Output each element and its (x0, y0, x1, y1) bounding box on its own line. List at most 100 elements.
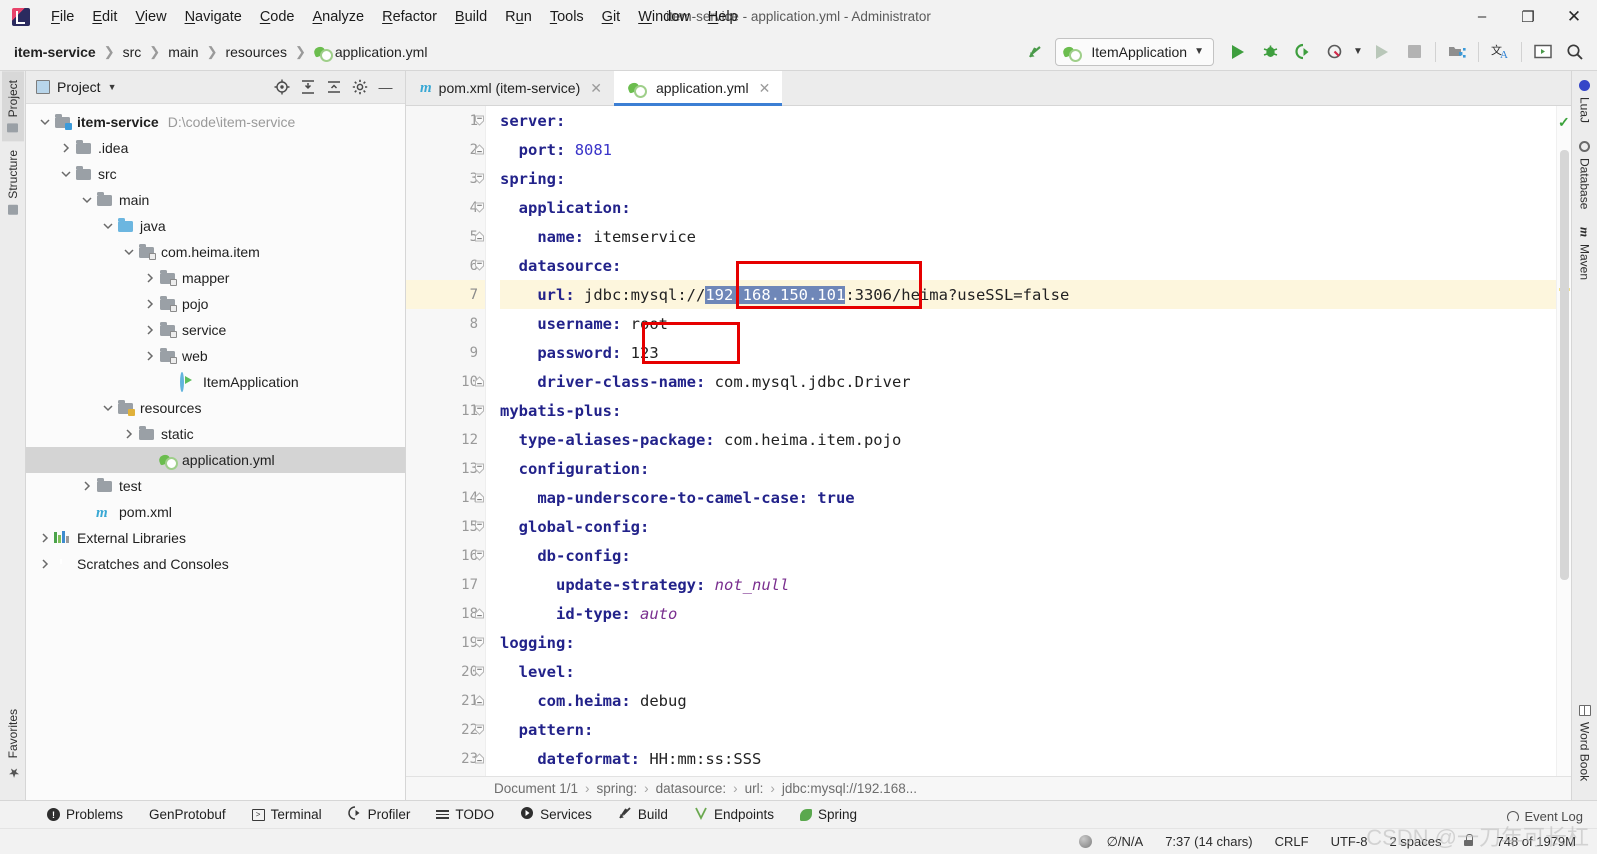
expand-all-icon[interactable] (296, 76, 319, 99)
code-line[interactable]: server: (500, 106, 1556, 135)
menu-item-view[interactable]: View (126, 5, 175, 29)
menu-item-run[interactable]: Run (496, 5, 541, 29)
scrollbar-thumb[interactable] (1560, 150, 1569, 580)
fold-end-icon[interactable] (474, 376, 485, 387)
maximize-button[interactable]: ❐ (1505, 0, 1551, 33)
fold-end-icon[interactable] (474, 608, 485, 619)
fold-collapse-icon[interactable] (474, 637, 485, 648)
tree-expander[interactable] (120, 248, 138, 256)
fold-collapse-icon[interactable] (474, 173, 485, 184)
code-line[interactable]: logging: (500, 628, 1556, 657)
indent-setting[interactable]: 2 spaces (1378, 834, 1452, 849)
tree-node-static[interactable]: static (26, 421, 405, 447)
editor-scrollbar[interactable]: ✓ (1556, 106, 1571, 776)
code-line[interactable]: driver-class-name: com.mysql.jdbc.Driver (500, 367, 1556, 396)
tree-node-.idea[interactable]: .idea (26, 135, 405, 161)
tree-node-external-libraries[interactable]: External Libraries (26, 525, 405, 551)
close-button[interactable]: ✕ (1551, 0, 1597, 33)
tool-window-button-spring[interactable]: Spring (787, 801, 870, 828)
fold-collapse-icon[interactable] (474, 202, 485, 213)
tree-node-item-service[interactable]: item-service D:\code\item-service (26, 109, 405, 135)
tool-window-button-problems[interactable]: ! Problems (34, 801, 136, 828)
tree-node-resources[interactable]: resources (26, 395, 405, 421)
fold-end-icon[interactable] (474, 753, 485, 764)
breadcrumb-item-service[interactable]: item-service (14, 44, 96, 60)
menu-item-analyze[interactable]: Analyze (304, 5, 374, 29)
tool-window-button-genprotobuf[interactable]: GenProtobuf (136, 801, 239, 828)
caret-position[interactable]: 7:37 (14 chars) (1154, 834, 1263, 849)
editor-breadcrumb-item[interactable]: Document 1/1 (494, 781, 578, 796)
breadcrumb-src[interactable]: src (123, 44, 142, 60)
close-tab-icon[interactable]: ✕ (759, 80, 771, 97)
fold-collapse-icon[interactable] (474, 463, 485, 474)
tool-window-bar[interactable]: ! Problems GenProtobuf > Terminal Profiler TOD… (0, 800, 1597, 828)
menu-item-file[interactable]: File (42, 5, 83, 29)
menu-item-window[interactable]: Window (629, 5, 699, 29)
editor-breadcrumb-item[interactable]: datasource: (656, 781, 727, 796)
menu-item-build[interactable]: Build (446, 5, 496, 29)
close-tab-icon[interactable]: ✕ (590, 80, 602, 97)
editor-tab-application.yml[interactable]: application.yml ✕ (613, 71, 783, 106)
code-line[interactable]: password: 123 (500, 338, 1556, 367)
editor-breadcrumb[interactable]: Document 1/1 › spring: › datasource: › url: › jd… (406, 776, 1571, 800)
tree-expander[interactable] (78, 196, 96, 204)
tree-expander[interactable] (141, 325, 159, 335)
rerun-icon[interactable] (1366, 37, 1398, 67)
code-line[interactable]: name: itemservice (500, 222, 1556, 251)
tree-node-mapper[interactable]: mapper (26, 265, 405, 291)
code-line[interactable]: id-type: auto (500, 599, 1556, 628)
menu-item-navigate[interactable]: Navigate (176, 5, 251, 29)
hide-panel-icon[interactable]: — (374, 76, 397, 99)
tree-expander[interactable] (36, 559, 54, 569)
tree-node-test[interactable]: test (26, 473, 405, 499)
sidebar-item-database[interactable]: Database (1574, 132, 1596, 218)
tool-window-button-todo[interactable]: TODO (423, 801, 507, 828)
line-separator[interactable]: CRLF (1264, 834, 1320, 849)
editor-breadcrumb-item[interactable]: jdbc:mysql://192.168... (782, 781, 917, 796)
tree-expander[interactable] (120, 429, 138, 439)
locate-icon[interactable] (270, 76, 293, 99)
editor-breadcrumb-item[interactable]: spring: (597, 781, 638, 796)
menu-item-help[interactable]: Help (699, 5, 747, 29)
fold-end-icon[interactable] (474, 492, 485, 503)
code-line[interactable]: level: (500, 657, 1556, 686)
menu-item-refactor[interactable]: Refactor (373, 5, 446, 29)
tool-window-button-build[interactable]: Build (605, 801, 681, 828)
chevron-down-icon[interactable]: ▼ (108, 82, 117, 92)
tree-node-pom.xml[interactable]: m pom.xml (26, 499, 405, 525)
minimize-button[interactable]: – (1459, 0, 1505, 33)
profiler-icon[interactable] (1318, 37, 1350, 67)
fold-end-icon[interactable] (474, 144, 485, 155)
tree-node-java[interactable]: java (26, 213, 405, 239)
tree-node-main[interactable]: main (26, 187, 405, 213)
tree-node-web[interactable]: web (26, 343, 405, 369)
code-line[interactable]: update-strategy: not_null (500, 570, 1556, 599)
editor-tab-pom.xml[interactable]: m pom.xml (item-service) ✕ (406, 71, 614, 105)
tree-expander[interactable] (141, 351, 159, 361)
editor-breadcrumb-item[interactable]: url: (745, 781, 764, 796)
project-tree[interactable]: item-service D:\code\item-service .idea src… (26, 104, 405, 800)
code-line[interactable]: db-config: (500, 541, 1556, 570)
code-line[interactable]: map-underscore-to-camel-case: true (500, 483, 1556, 512)
tree-node-itemapplication[interactable]: ItemApplication (26, 369, 405, 395)
fold-collapse-icon[interactable] (474, 260, 485, 271)
run-configuration-selector[interactable]: ItemApplication ▼ (1055, 37, 1214, 66)
read-only-lock-icon[interactable] (1452, 834, 1485, 849)
tree-node-scratches-and-consoles[interactable]: Scratches and Consoles (26, 551, 405, 577)
code-line[interactable]: application: (500, 193, 1556, 222)
memory-indicator[interactable]: 748 of 1979M (1485, 834, 1587, 849)
tree-node-application.yml[interactable]: application.yml (26, 447, 405, 473)
terminal-icon[interactable] (1527, 37, 1559, 67)
editor-tabs[interactable]: m pom.xml (item-service) ✕ application.yml ✕ (406, 71, 1571, 106)
tree-expander[interactable] (36, 533, 54, 543)
code-line[interactable]: type-aliases-package: com.heima.item.poj… (500, 425, 1556, 454)
code-line[interactable]: datasource: (500, 251, 1556, 280)
tree-node-src[interactable]: src (26, 161, 405, 187)
tool-window-button-profiler[interactable]: Profiler (335, 801, 424, 828)
code-line[interactable]: url: jdbc:mysql://192.168.150.101:3306/h… (500, 280, 1556, 309)
fold-collapse-icon[interactable] (474, 115, 485, 126)
fold-collapse-icon[interactable] (474, 666, 485, 677)
git-branch-status[interactable]: ∅/N/A (1096, 834, 1155, 850)
search-everywhere-icon[interactable] (1559, 37, 1591, 67)
stop-icon[interactable] (1398, 37, 1430, 67)
